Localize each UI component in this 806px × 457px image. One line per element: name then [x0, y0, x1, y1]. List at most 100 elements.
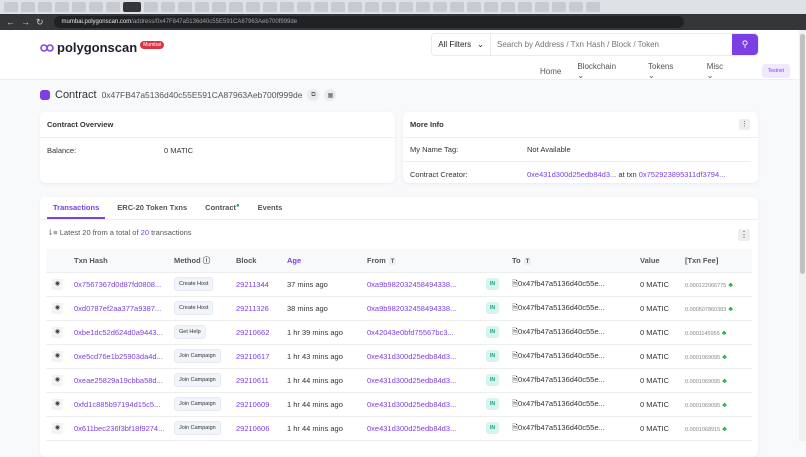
browser-tab-strip[interactable] [0, 0, 806, 14]
browser-tab[interactable] [399, 2, 413, 12]
browser-tab[interactable] [416, 2, 430, 12]
eye-icon[interactable]: ◉ [52, 303, 63, 314]
tab-contract[interactable]: Contract● [199, 197, 245, 219]
eye-icon[interactable]: ◉ [52, 279, 63, 290]
creator-address-link[interactable]: 0xe431d300d25edb84d3... [527, 170, 616, 179]
to-address[interactable]: 0x47fb47a5136d40c55e... [518, 399, 605, 408]
info-icon[interactable]: ⓘ [203, 256, 211, 265]
browser-tab[interactable] [314, 2, 328, 12]
forward-icon[interactable]: → [21, 17, 30, 27]
filter-icon[interactable]: T [388, 258, 397, 265]
from-address-link[interactable]: 0xe431d300d25edb84d3... [367, 424, 456, 433]
browser-tab[interactable] [331, 2, 345, 12]
from-address-link[interactable]: 0x42043e0bfd75567bc3... [367, 328, 454, 337]
copy-icon[interactable]: ⧉ [307, 89, 320, 101]
eye-icon[interactable]: ◉ [52, 375, 63, 386]
back-icon[interactable]: ← [6, 17, 15, 27]
eye-icon[interactable]: ◉ [52, 423, 63, 434]
eye-icon[interactable]: ◉ [52, 327, 63, 338]
txn-hash-link[interactable]: 0x611bec236f3bf18f9274... [74, 424, 164, 433]
browser-tab-active[interactable] [123, 2, 141, 12]
browser-tab[interactable] [178, 2, 192, 12]
browser-tab[interactable] [4, 2, 18, 12]
block-link[interactable]: 29210662 [236, 328, 269, 337]
page-scrollbar[interactable] [799, 30, 806, 441]
from-address-link[interactable]: 0xa9b982032458494338... [367, 280, 456, 289]
block-link[interactable]: 29211344 [236, 280, 269, 289]
browser-tab[interactable] [433, 2, 447, 12]
nav-home[interactable]: Home [540, 67, 561, 76]
browser-tab[interactable] [535, 2, 549, 12]
from-address-link[interactable]: 0xe431d300d25edb84d3... [367, 352, 456, 361]
block-link[interactable]: 29210611 [236, 376, 269, 385]
browser-tab[interactable] [106, 2, 120, 12]
browser-tab[interactable] [518, 2, 532, 12]
eye-icon[interactable]: ◉ [52, 351, 63, 362]
browser-tab[interactable] [212, 2, 226, 12]
tab-erc20-token-txns[interactable]: ERC-20 Token Txns [111, 197, 193, 219]
search-button[interactable]: ⚲ [732, 34, 758, 55]
browser-tab[interactable] [229, 2, 243, 12]
logo[interactable]: polygonscan Mumbai [40, 40, 164, 55]
filter-icon[interactable]: T [523, 258, 532, 265]
browser-tab[interactable] [144, 2, 158, 12]
to-address[interactable]: 0x47fb47a5136d40c55e... [518, 303, 605, 312]
block-link[interactable]: 29210606 [236, 424, 269, 433]
to-address[interactable]: 0x47fb47a5136d40c55e... [518, 279, 605, 288]
nav-tokens[interactable]: Tokens ⌄ [648, 62, 691, 80]
browser-tab[interactable] [246, 2, 260, 12]
browser-tab[interactable] [586, 2, 600, 12]
tab-events[interactable]: Events [252, 197, 289, 219]
browser-tab[interactable] [467, 2, 481, 12]
qr-code-icon[interactable]: ▦ [324, 89, 337, 101]
filter-dropdown[interactable]: All Filters ⌄ [432, 34, 491, 55]
col-txn-fee[interactable]: [Txn Fee] [685, 249, 752, 273]
more-options-icon[interactable]: ⋮ [739, 119, 750, 130]
block-link[interactable]: 29211326 [236, 304, 269, 313]
browser-tab[interactable] [72, 2, 86, 12]
browser-tab[interactable] [21, 2, 35, 12]
creator-txn-link[interactable]: 0x752923895311df3794... [639, 170, 726, 179]
from-address-link[interactable]: 0xe431d300d25edb84d3... [367, 400, 456, 409]
to-address[interactable]: 0x47fb47a5136d40c55e... [518, 351, 605, 360]
to-address[interactable]: 0x47fb47a5136d40c55e... [518, 327, 605, 336]
col-age[interactable]: Age [287, 249, 367, 273]
txn-hash-link[interactable]: 0xbe1dc52d624d0a9443... [74, 328, 163, 337]
txn-hash-link[interactable]: 0xe5cd76e1b25903da4d... [74, 352, 163, 361]
to-address[interactable]: 0x47fb47a5136d40c55e... [518, 375, 605, 384]
browser-tab[interactable] [450, 2, 464, 12]
reload-icon[interactable]: ↻ [36, 17, 44, 28]
browser-tab[interactable] [382, 2, 396, 12]
txn-hash-link[interactable]: 0xd0787ef2aa377a9387... [74, 304, 161, 313]
scrollbar-thumb[interactable] [800, 34, 805, 274]
txn-hash-link[interactable]: 0x7567367d0d87fd0808... [74, 280, 161, 289]
browser-tab[interactable] [569, 2, 583, 12]
browser-tab[interactable] [89, 2, 103, 12]
browser-tab[interactable] [161, 2, 175, 12]
testnet-button[interactable]: Testnet [761, 64, 790, 78]
browser-tab[interactable] [263, 2, 277, 12]
browser-tab[interactable] [365, 2, 379, 12]
browser-tab[interactable] [195, 2, 209, 12]
from-address-link[interactable]: 0xa9b982032458494338... [367, 304, 456, 313]
browser-tab[interactable] [55, 2, 69, 12]
browser-tab[interactable] [501, 2, 515, 12]
url-input[interactable]: mumbai.polygonscan.com/address/0x47F847a… [53, 16, 684, 28]
summary-count-link[interactable]: 20 [141, 228, 149, 237]
to-address[interactable]: 0x47fb47a5136d40c55e... [518, 423, 605, 432]
browser-tab[interactable] [38, 2, 52, 12]
txn-hash-link[interactable]: 0xfd1c885b97194d15c5... [74, 400, 160, 409]
browser-tab[interactable] [280, 2, 294, 12]
table-options-icon[interactable]: ⋮ [738, 229, 750, 241]
block-link[interactable]: 29210617 [236, 352, 269, 361]
txn-hash-link[interactable]: 0xeae25829a19cbba58d... [74, 376, 163, 385]
block-link[interactable]: 29210609 [236, 400, 269, 409]
browser-tab[interactable] [552, 2, 566, 12]
nav-misc[interactable]: Misc ⌄ [707, 62, 742, 80]
browser-tab[interactable] [297, 2, 311, 12]
browser-tab[interactable] [484, 2, 498, 12]
nav-blockchain[interactable]: Blockchain ⌄ [577, 62, 632, 80]
tab-transactions[interactable]: Transactions [47, 197, 106, 219]
browser-tab[interactable] [348, 2, 362, 12]
search-input[interactable] [491, 34, 732, 55]
